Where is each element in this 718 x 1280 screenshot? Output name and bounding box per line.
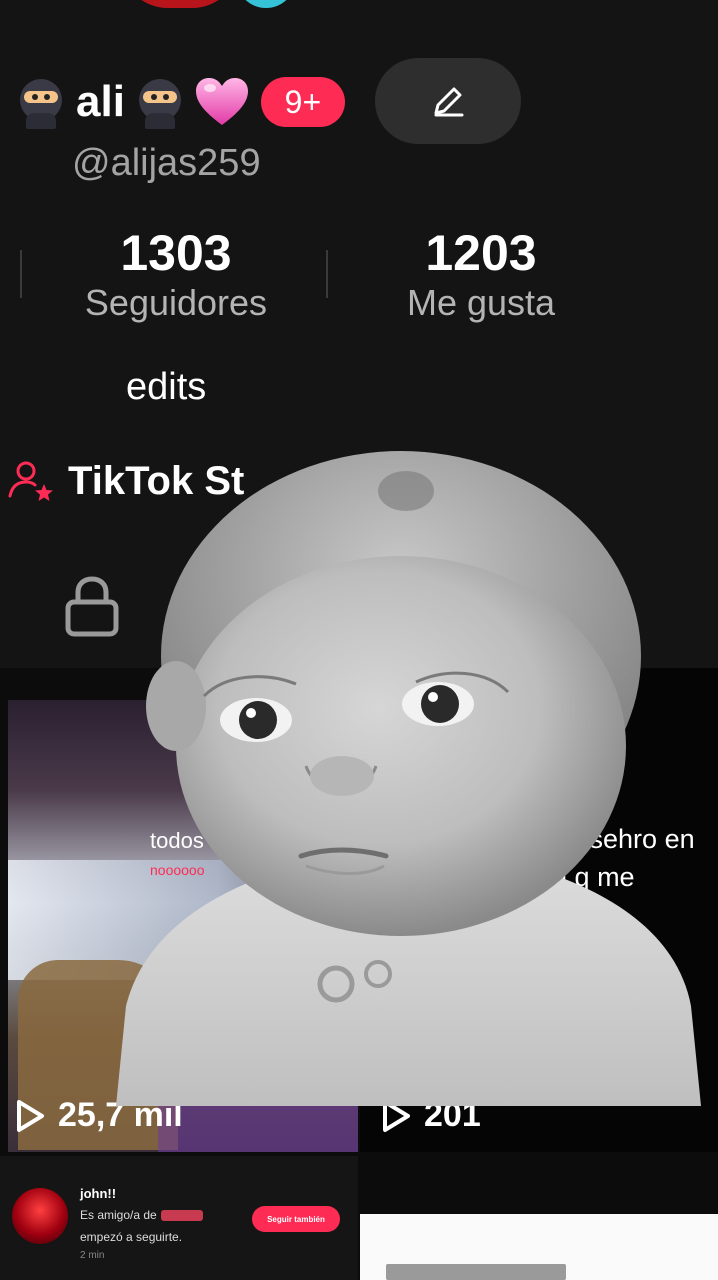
bio-text[interactable]: edits [126,366,206,409]
studio-person-star-icon [8,461,53,501]
ninja-emoji-icon [133,73,187,131]
baby-photo-overlay [116,451,701,1106]
divider [326,250,328,298]
profile-name-row: ali 9+ [14,70,345,134]
likes-stat[interactable]: 1203 Me gusta [386,226,576,324]
pink-heart-icon [193,75,251,129]
divider [20,250,22,298]
lock-icon [65,576,119,637]
notification-time: 2 min [80,1250,105,1261]
followers-label: Seguidores [84,282,268,323]
notification-user: john!! [80,1186,117,1201]
thumbnail-bar [386,1264,566,1280]
ninja-emoji-icon [14,73,68,131]
pencil-icon [434,87,464,117]
emoji-icon [160,1210,203,1222]
notification-line: empezó a seguirte. [80,1230,183,1244]
tab-private[interactable] [62,574,122,642]
likes-label: Me gusta [406,282,556,323]
follow-back-button[interactable]: Seguir también [252,1206,340,1232]
followers-stat[interactable]: 1303 Seguidores [66,226,286,324]
follow-notification[interactable]: john!! Es amigo/a de empezó a seguirte. … [0,1156,358,1280]
play-icon [17,1099,44,1132]
followers-count: 1303 [120,225,232,281]
likes-count: 1203 [425,225,537,281]
add-avatar-badge[interactable] [236,0,296,8]
notification-count-badge[interactable]: 9+ [260,77,345,127]
notification-line: Es amigo/a de [80,1208,203,1222]
edit-name-button[interactable] [375,58,521,144]
username: @alijas259 [72,142,261,184]
avatar [12,1188,68,1244]
profile-screen: ali 9+ @alijas259 1303 Seguidores 1203 M… [0,0,718,1280]
avatar[interactable] [120,0,240,8]
display-name: ali [76,77,125,126]
